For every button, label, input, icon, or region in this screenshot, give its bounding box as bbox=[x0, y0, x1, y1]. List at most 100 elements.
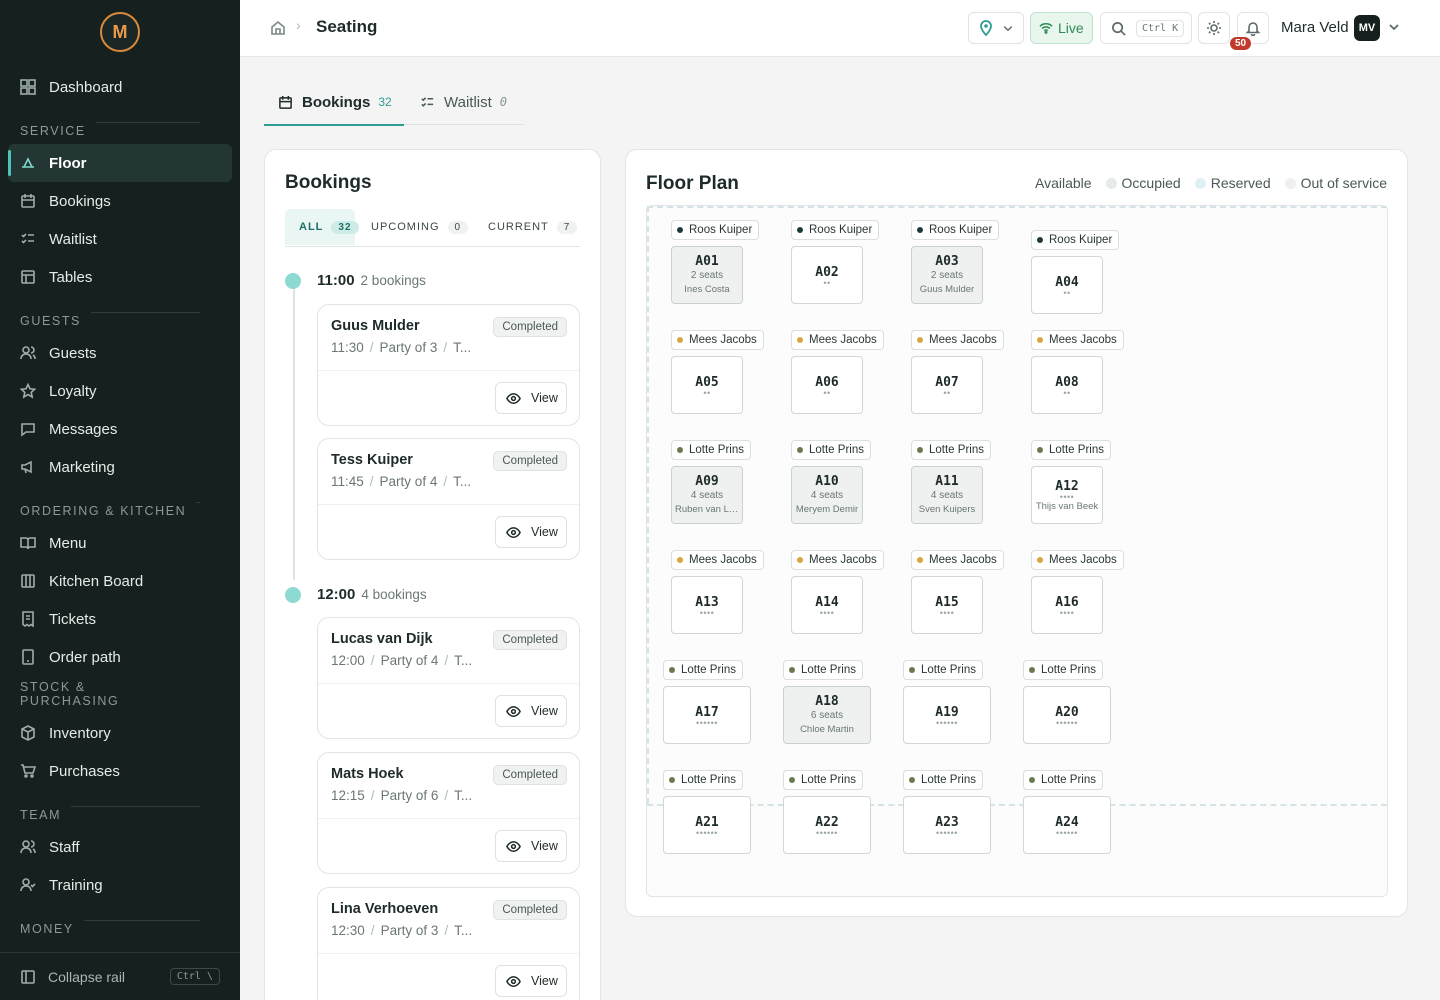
table-a24[interactable]: A24 •••••• bbox=[1023, 796, 1111, 854]
sidebar-item-inventory[interactable]: Inventory bbox=[8, 714, 232, 752]
server-name: Lotte Prins bbox=[809, 444, 864, 456]
table-a10[interactable]: A10 4 seats Meryem Demir bbox=[791, 466, 863, 524]
server-name: Mees Jacobs bbox=[1049, 554, 1117, 566]
table-a23[interactable]: A23 •••••• bbox=[903, 796, 991, 854]
sidebar-item-order-path[interactable]: Order path bbox=[8, 638, 232, 676]
server-color-dot bbox=[1037, 337, 1043, 343]
receipt-icon bbox=[22, 611, 34, 627]
table-a13[interactable]: A13 •••• bbox=[671, 576, 743, 634]
booking-meta: 12:00/Party of 4/T... bbox=[331, 653, 473, 668]
table-seats: 2 seats bbox=[930, 270, 964, 281]
server-color-dot bbox=[917, 447, 923, 453]
table-a09[interactable]: A09 4 seats Ruben van Le... bbox=[671, 466, 743, 524]
sidebar-item-waitlist[interactable]: Waitlist bbox=[8, 220, 232, 258]
server-tag: Mees Jacobs bbox=[911, 550, 1004, 570]
view-button[interactable]: View bbox=[495, 830, 567, 862]
sidebar-item-label: Messages bbox=[49, 420, 118, 438]
view-button[interactable]: View bbox=[495, 516, 567, 548]
table-a03[interactable]: A03 2 seats Guus Mulder bbox=[911, 246, 983, 304]
table-a17[interactable]: A17 •••••• bbox=[663, 686, 751, 744]
table-a01[interactable]: A01 2 seats Ines Costa bbox=[671, 246, 743, 304]
booking-card[interactable]: Lina Verhoeven Completed 12:30/Party of … bbox=[317, 887, 580, 1000]
table-a21[interactable]: A21 •••••• bbox=[663, 796, 751, 854]
sidebar-item-bookings[interactable]: Bookings bbox=[8, 182, 232, 220]
user-name[interactable]: Mara Veld bbox=[1281, 19, 1349, 36]
search-button[interactable]: Ctrl K bbox=[1100, 12, 1192, 44]
table-a14[interactable]: A14 •••• bbox=[791, 576, 863, 634]
home-icon[interactable] bbox=[270, 20, 286, 36]
tab-waitlist[interactable]: Waitlist 0 bbox=[420, 80, 507, 124]
sidebar-item-marketing[interactable]: Marketing bbox=[8, 448, 232, 486]
status-badge: Completed bbox=[493, 451, 567, 471]
table-a16[interactable]: A16 •••• bbox=[1031, 576, 1103, 634]
table-a15[interactable]: A15 •••• bbox=[911, 576, 983, 634]
sidebar-item-staff[interactable]: Staff bbox=[8, 828, 232, 866]
table-guest: Sven Kuipers bbox=[918, 504, 976, 515]
sidebar-item-label: Inventory bbox=[49, 724, 111, 742]
table-a07[interactable]: A07 •• bbox=[911, 356, 983, 414]
sidebar-item-dashboard[interactable]: Dashboard bbox=[8, 68, 232, 106]
status-badge: Completed bbox=[493, 630, 567, 650]
server-color-dot bbox=[917, 337, 923, 343]
live-status-button[interactable]: Live bbox=[1030, 12, 1093, 44]
booking-card[interactable]: Guus Mulder Completed 11:30/Party of 3/T… bbox=[317, 304, 580, 426]
filter-current[interactable]: CURRENT 7 bbox=[474, 209, 578, 245]
table-id: A11 bbox=[935, 474, 959, 489]
server-tag: Lotte Prins bbox=[791, 440, 871, 460]
view-button[interactable]: View bbox=[495, 382, 567, 414]
table-a19[interactable]: A19 •••••• bbox=[903, 686, 991, 744]
collapse-rail-button[interactable]: Collapse rail Ctrl \ bbox=[0, 952, 240, 1000]
server-tag: Lotte Prins bbox=[1023, 660, 1103, 680]
legend-item-occupied: Occupied bbox=[1105, 175, 1181, 191]
table-a06[interactable]: A06 •• bbox=[791, 356, 863, 414]
theme-toggle-button[interactable] bbox=[1198, 12, 1230, 44]
table-a04[interactable]: A04 •• bbox=[1031, 256, 1103, 314]
card-divider bbox=[318, 953, 579, 954]
sidebar-item-loyalty[interactable]: Loyalty bbox=[8, 372, 232, 410]
booking-card[interactable]: Mats Hoek Completed 12:15/Party of 6/T..… bbox=[317, 752, 580, 874]
server-color-dot bbox=[1037, 557, 1043, 563]
location-selector[interactable] bbox=[968, 12, 1024, 44]
server-name: Mees Jacobs bbox=[689, 334, 757, 346]
sidebar-item-purchases[interactable]: Purchases bbox=[8, 752, 232, 790]
server-color-dot bbox=[669, 667, 675, 673]
tab-bookings[interactable]: Bookings 32 bbox=[264, 80, 404, 126]
view-button[interactable]: View bbox=[495, 695, 567, 727]
brand-logo[interactable]: M bbox=[100, 12, 140, 52]
tab-count: 0 bbox=[499, 95, 508, 109]
sidebar-item-messages[interactable]: Messages bbox=[8, 410, 232, 448]
status-badge: Completed bbox=[493, 317, 567, 337]
floor-canvas: Roos Kuiper A01 2 seats Ines Costa Roos Kuip… bbox=[646, 205, 1388, 897]
filter-all[interactable]: ALL 32 bbox=[285, 209, 359, 245]
status-badge: Completed bbox=[493, 765, 567, 785]
table-guest: Meryem Demir bbox=[795, 504, 859, 515]
table-a02[interactable]: A02 •• bbox=[791, 246, 863, 304]
booking-card[interactable]: Lucas van Dijk Completed 12:00/Party of … bbox=[317, 617, 580, 739]
chevron-down-icon[interactable] bbox=[1388, 21, 1400, 33]
table-a22[interactable]: A22 •••••• bbox=[783, 796, 871, 854]
sidebar-item-training[interactable]: Training bbox=[8, 866, 232, 904]
table-a12[interactable]: A12 •••• Thijs van Beek bbox=[1031, 466, 1103, 524]
table-a05[interactable]: A05 •• bbox=[671, 356, 743, 414]
avatar[interactable]: MV bbox=[1354, 15, 1380, 41]
view-button[interactable]: View bbox=[495, 965, 567, 997]
star-icon bbox=[20, 383, 36, 399]
booking-card[interactable]: Tess Kuiper Completed 11:45/Party of 4/T… bbox=[317, 438, 580, 560]
sidebar-item-tickets[interactable]: Tickets bbox=[8, 600, 232, 638]
table-a18[interactable]: A18 6 seats Chloe Martin bbox=[783, 686, 871, 744]
seat-dots: •••••• bbox=[696, 718, 718, 728]
sidebar-item-menu[interactable]: Menu bbox=[8, 524, 232, 562]
server-name: Mees Jacobs bbox=[929, 554, 997, 566]
sidebar-item-guests[interactable]: Guests bbox=[8, 334, 232, 372]
sidebar-item-tables[interactable]: Tables bbox=[8, 258, 232, 296]
server-tag: Roos Kuiper bbox=[911, 220, 1000, 240]
sidebar-item-floor[interactable]: Floor bbox=[8, 144, 232, 182]
sidebar-item-kitchen-board[interactable]: Kitchen Board bbox=[8, 562, 232, 600]
table-a11[interactable]: A11 4 seats Sven Kuipers bbox=[911, 466, 983, 524]
page-title: Seating bbox=[316, 17, 378, 36]
sidebar-item-label: Menu bbox=[49, 534, 87, 552]
filter-upcoming[interactable]: UPCOMING 0 bbox=[357, 209, 469, 245]
table-a08[interactable]: A08 •• bbox=[1031, 356, 1103, 414]
server-color-dot bbox=[677, 337, 683, 343]
table-a20[interactable]: A20 •••••• bbox=[1023, 686, 1111, 744]
